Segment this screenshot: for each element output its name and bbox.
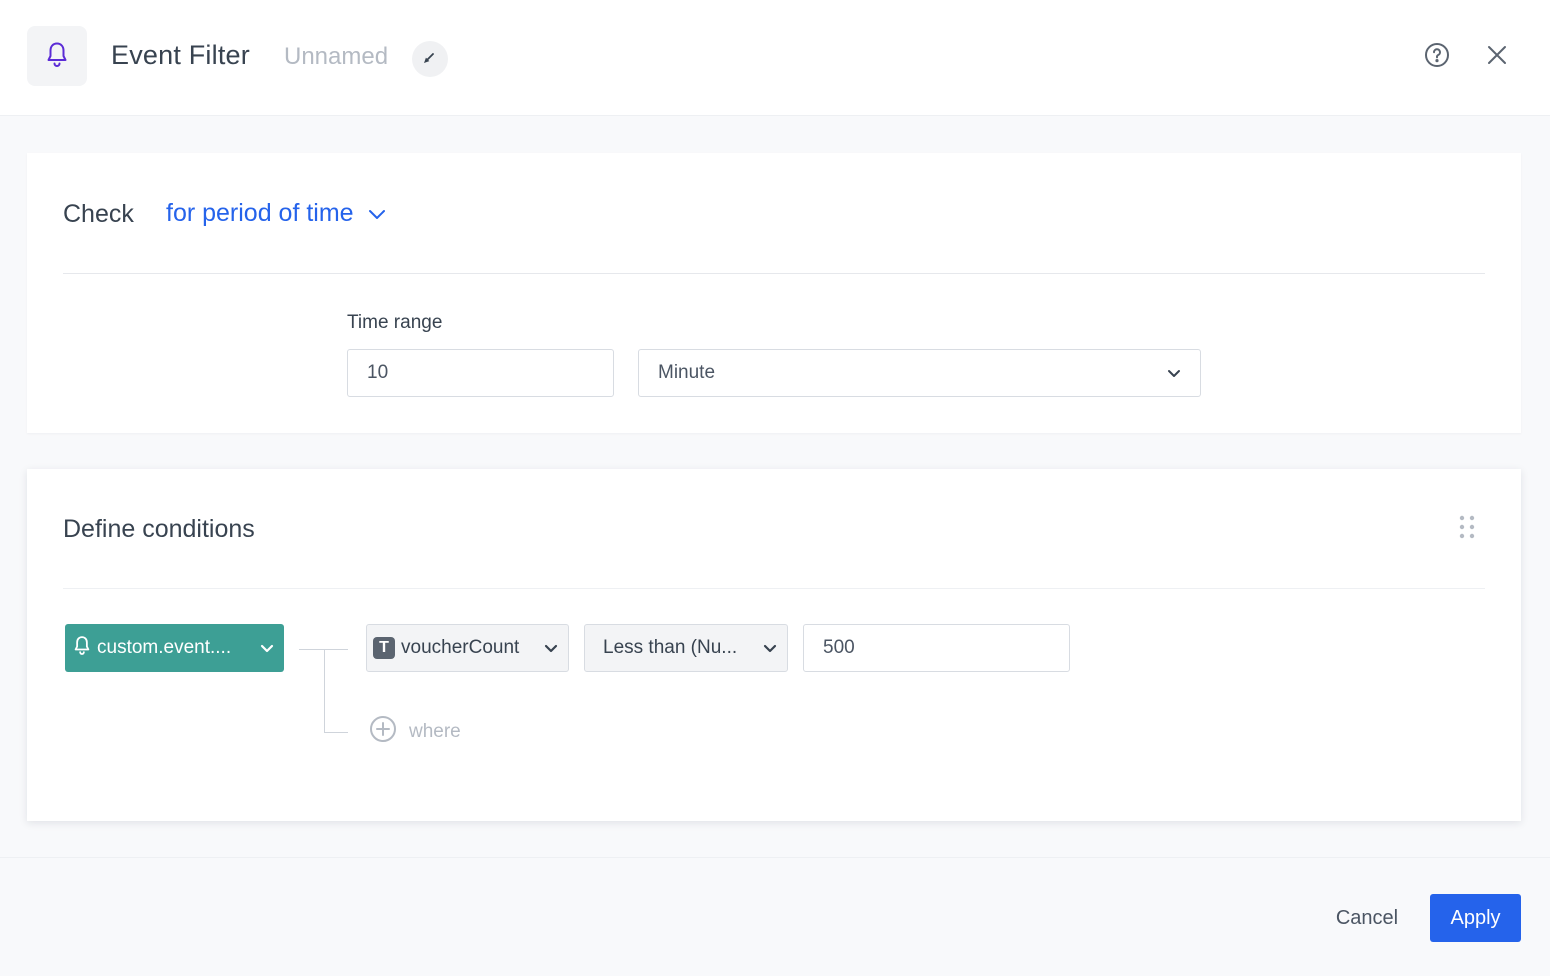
chevron-down-icon xyxy=(763,637,777,659)
pencil-icon xyxy=(423,50,437,69)
footer-divider xyxy=(0,857,1550,858)
cancel-button[interactable]: Cancel xyxy=(1320,894,1414,942)
check-mode-dropdown[interactable]: for period of time xyxy=(166,199,386,228)
tree-connector xyxy=(324,732,348,733)
add-where-button[interactable]: where xyxy=(369,715,461,749)
apply-button[interactable]: Apply xyxy=(1430,894,1521,942)
time-range-value-input[interactable] xyxy=(347,349,614,397)
chevron-down-icon xyxy=(368,208,386,220)
condition-value-input[interactable] xyxy=(803,624,1070,672)
section-divider xyxy=(63,588,1485,589)
define-conditions-card: Define conditions custom.event.... T vou… xyxy=(27,469,1521,821)
check-label: Check xyxy=(63,200,134,228)
time-unit-select[interactable]: Minute xyxy=(638,349,1201,397)
edit-name-button[interactable] xyxy=(412,41,448,77)
time-unit-label: Minute xyxy=(658,362,716,383)
check-period-card: Check for period of time Time range Minu… xyxy=(27,153,1521,433)
conditions-title: Define conditions xyxy=(63,515,255,543)
modal-header: Event Filter Unnamed xyxy=(0,0,1550,116)
help-button[interactable] xyxy=(1420,40,1454,74)
parameter-name: voucherCount xyxy=(401,637,520,658)
event-name: custom.event.... xyxy=(97,637,232,658)
drag-handle[interactable] xyxy=(1455,515,1479,544)
help-icon xyxy=(1424,42,1450,73)
operator-select[interactable]: Less than (Nu... xyxy=(584,624,788,672)
event-filter-icon-tile xyxy=(27,26,87,86)
check-mode-label: for period of time xyxy=(166,199,354,227)
tree-connector xyxy=(324,649,325,733)
parameter-select[interactable]: T voucherCount xyxy=(366,624,569,672)
filter-name: Unnamed xyxy=(284,43,389,70)
chevron-down-icon xyxy=(1167,362,1181,384)
chevron-down-icon xyxy=(544,637,558,659)
plus-circle-icon xyxy=(369,715,397,749)
section-divider xyxy=(63,273,1485,274)
add-where-label: where xyxy=(409,721,461,742)
operator-label: Less than (Nu... xyxy=(603,637,738,658)
bell-icon xyxy=(45,41,69,72)
drag-dots-icon xyxy=(1458,515,1476,544)
page-title: Event Filter xyxy=(111,40,250,70)
close-button[interactable] xyxy=(1480,40,1514,74)
text-type-icon: T xyxy=(373,637,395,659)
time-range-label: Time range xyxy=(347,312,443,333)
bell-icon xyxy=(73,635,91,661)
close-icon xyxy=(1486,44,1508,71)
event-select[interactable]: custom.event.... xyxy=(65,624,284,672)
chevron-down-icon xyxy=(260,637,274,659)
